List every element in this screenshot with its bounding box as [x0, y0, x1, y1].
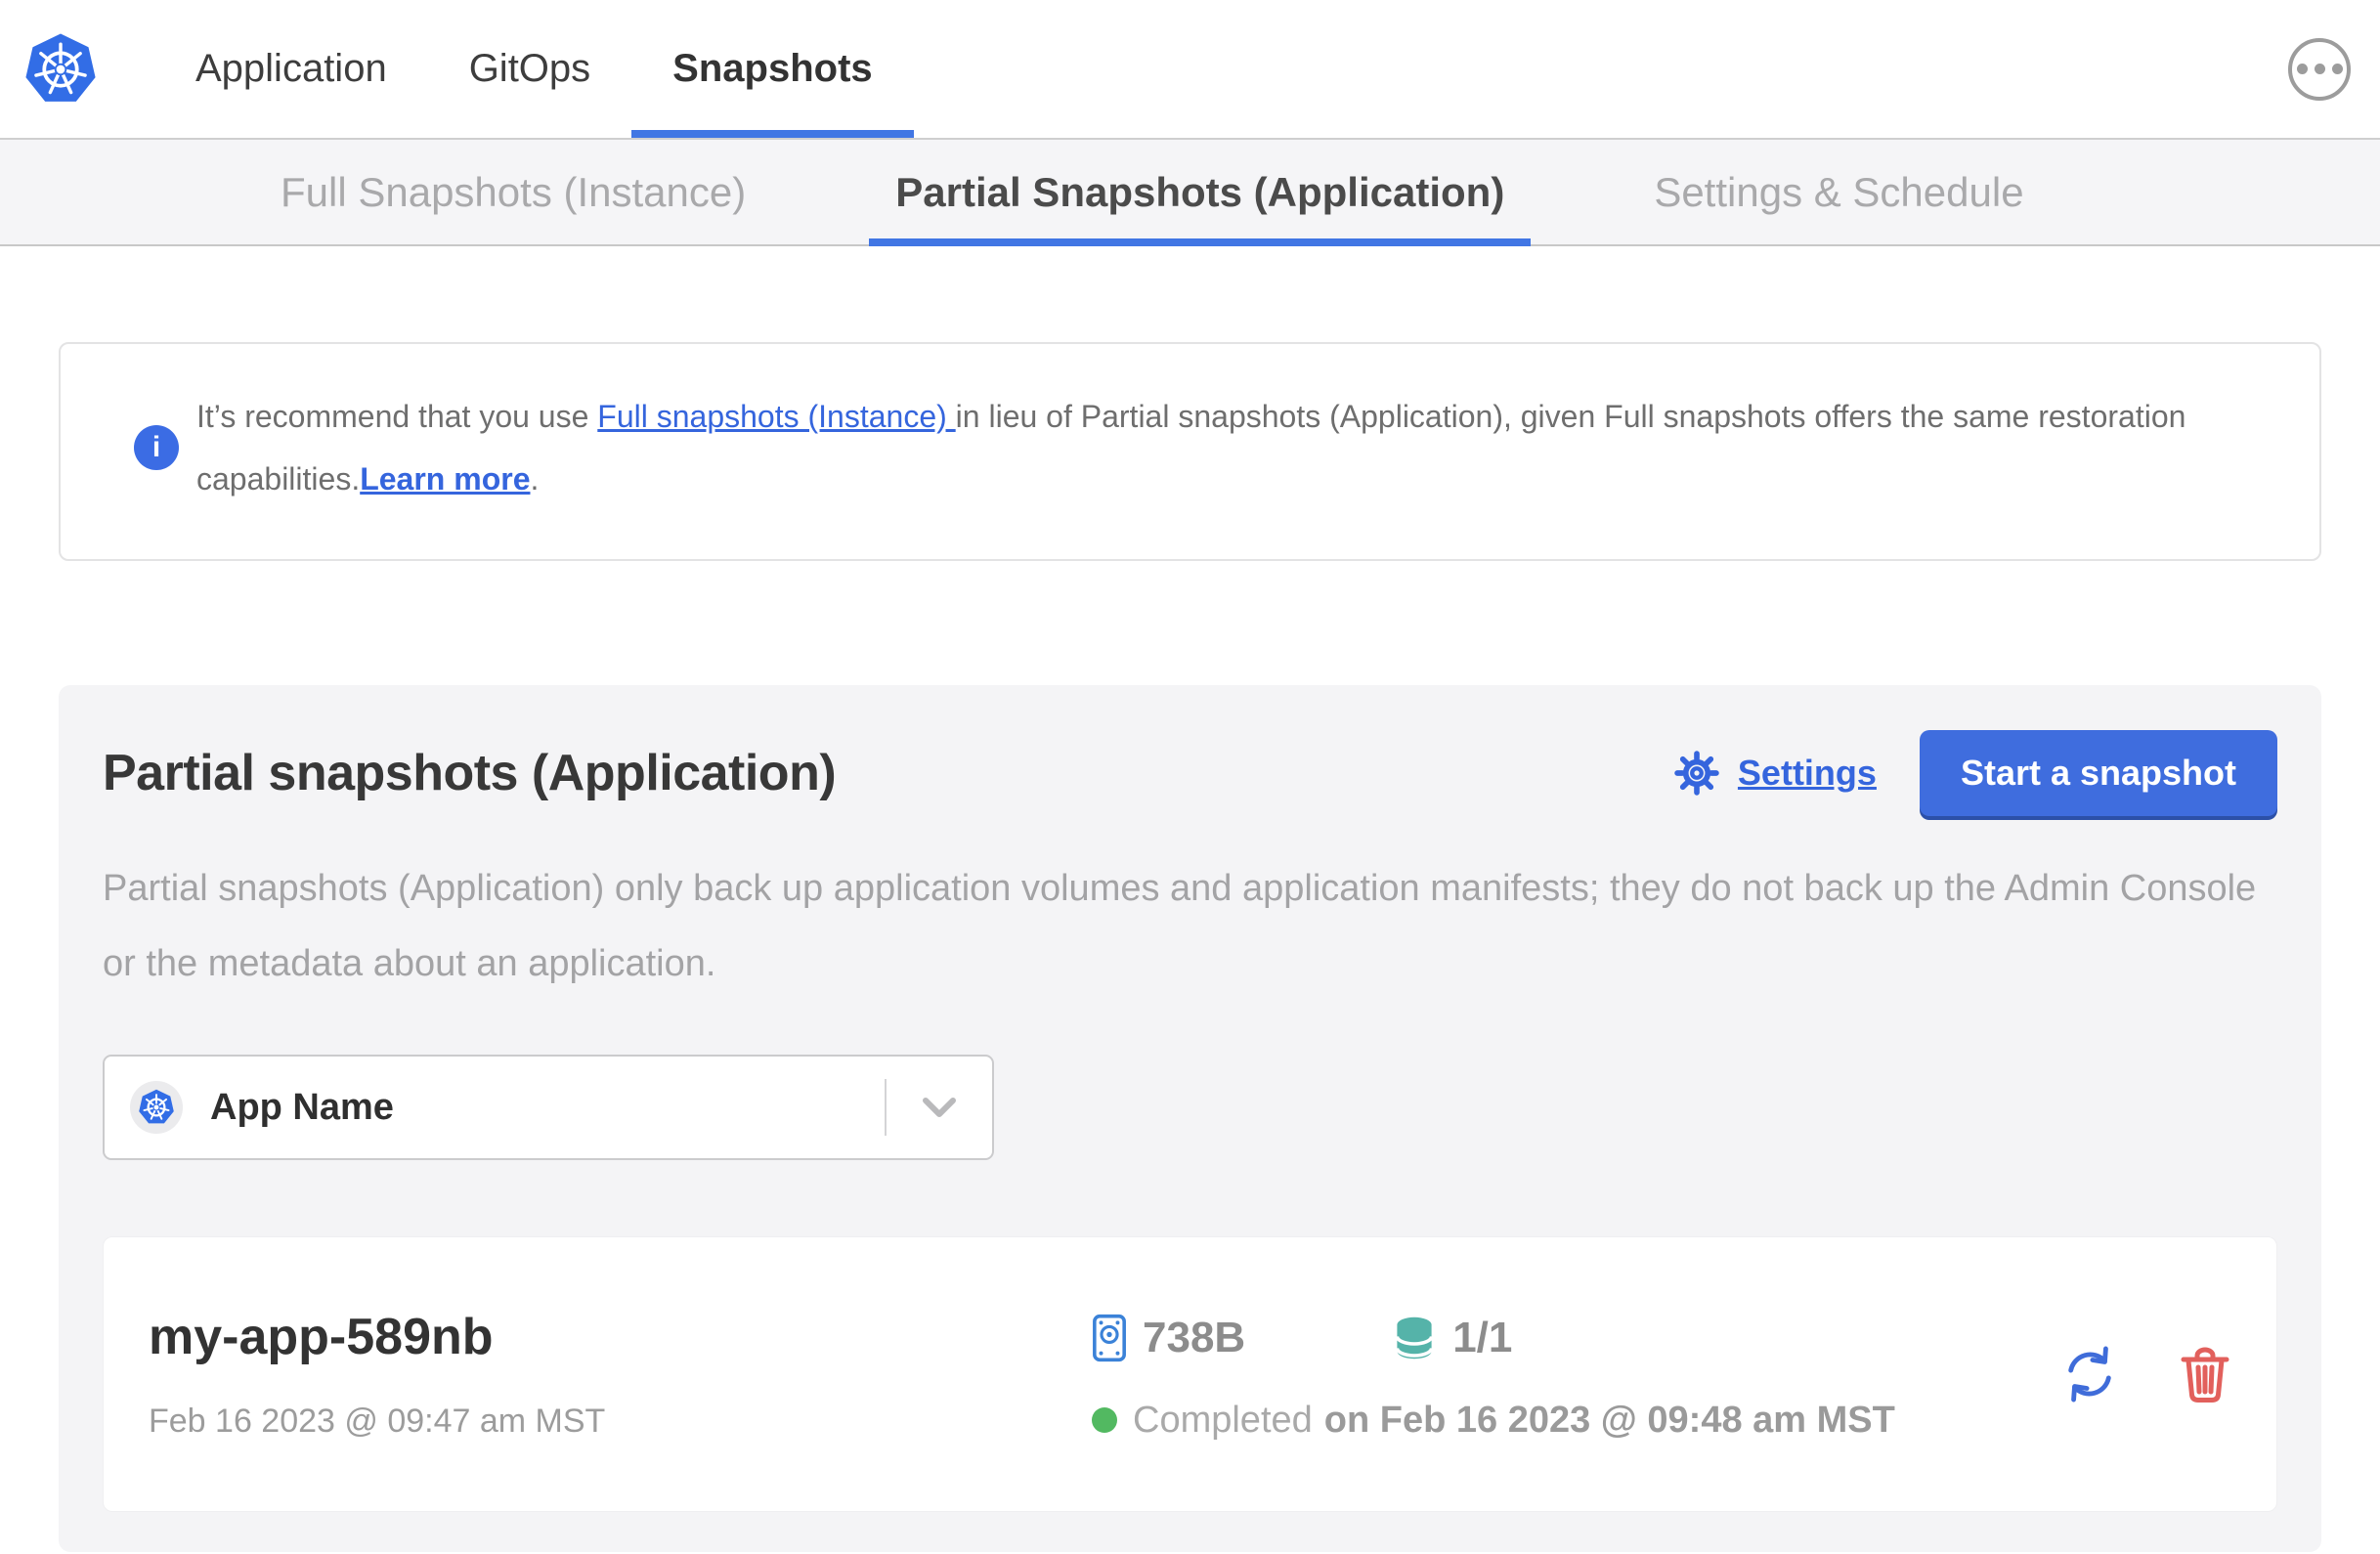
top-nav-tabs: Application GitOps Snapshots — [154, 0, 915, 138]
banner-text-after: . — [530, 461, 540, 496]
subtab-settings-schedule[interactable]: Settings & Schedule — [1627, 140, 2050, 244]
ellipsis-icon — [2296, 64, 2308, 74]
subtab-partial-snapshots[interactable]: Partial Snapshots (Application) — [869, 140, 1532, 246]
tab-application[interactable]: Application — [154, 0, 428, 138]
delete-snapshot-button[interactable] — [2179, 1345, 2231, 1403]
header-actions: Settings Start a snapshot — [1671, 730, 2277, 816]
snapshots-sub-nav: Full Snapshots (Instance) Partial Snapsh… — [0, 140, 2380, 246]
subtab-full-snapshots[interactable]: Full Snapshots (Instance) — [254, 140, 772, 244]
snapshot-stats-column: 738B 1/1 Completed on Feb 16 2023 @ 09:4… — [1092, 1311, 1895, 1441]
learn-more-link[interactable]: Learn more — [360, 461, 530, 496]
chevron-down-icon — [923, 1098, 956, 1117]
volumes-database-icon — [1395, 1317, 1434, 1360]
snapshot-name: my-app-589nb — [149, 1309, 494, 1365]
restore-snapshot-button[interactable] — [2061, 1345, 2118, 1403]
tab-gitops[interactable]: GitOps — [428, 0, 631, 138]
panel-description: Partial snapshots (Application) only bac… — [103, 868, 2257, 984]
panel-header: Partial snapshots (Application) Settings… — [103, 730, 2277, 816]
kubernetes-logo-icon — [25, 33, 96, 102]
settings-label: Settings — [1737, 753, 1877, 793]
snapshot-size: 738B — [1143, 1314, 1246, 1361]
partial-snapshots-panel: Partial snapshots (Application) Settings… — [59, 685, 2321, 1552]
page-title: Partial snapshots (Application) — [103, 745, 837, 801]
disk-icon — [1093, 1314, 1126, 1362]
kots-admin-console-page: { "topnav": { "items": [ {"label": "Appl… — [0, 0, 2380, 1554]
snapshot-actions — [2061, 1345, 2231, 1403]
snapshot-volumes-count: 1/1 — [1452, 1314, 1513, 1361]
delete-trash-icon — [2181, 1347, 2229, 1403]
snapshot-row: my-app-589nb Feb 16 2023 @ 09:47 am MST … — [103, 1236, 2277, 1512]
more-menu-button[interactable] — [2288, 37, 2351, 101]
banner-text: It’s recommend that you use Full snapsho… — [196, 385, 2261, 510]
selector-chevron-box[interactable] — [887, 1097, 992, 1118]
full-snapshots-instance-link[interactable]: Full snapshots (Instance) — [597, 399, 955, 434]
app-selector-value: App Name — [210, 1086, 394, 1128]
top-nav: Application GitOps Snapshots — [0, 0, 2380, 140]
restore-icon — [2068, 1346, 2111, 1403]
info-icon: i — [134, 425, 179, 470]
snapshot-settings-link[interactable]: Settings — [1671, 748, 1877, 799]
kubernetes-app-icon — [139, 1089, 174, 1124]
banner-text-before: It’s recommend that you use — [196, 399, 598, 434]
tab-snapshots[interactable]: Snapshots — [631, 0, 915, 138]
ellipsis-icon — [2331, 64, 2343, 74]
app-name-selector[interactable]: App Name — [103, 1055, 994, 1160]
ellipsis-icon — [2314, 64, 2325, 74]
info-banner: i It’s recommend that you use Full snaps… — [59, 342, 2321, 561]
snapshot-started-timestamp: Feb 16 2023 @ 09:47 am MST — [149, 1403, 606, 1440]
snapshot-status: Completed — [1133, 1399, 1313, 1441]
status-dot-icon — [1092, 1407, 1117, 1433]
snapshot-completed-timestamp: on Feb 16 2023 @ 09:48 am MST — [1323, 1399, 1895, 1441]
gear-icon — [1674, 751, 1719, 796]
app-logo-badge — [130, 1081, 183, 1134]
start-snapshot-button[interactable]: Start a snapshot — [1919, 730, 2277, 816]
snapshot-name-column: my-app-589nb Feb 16 2023 @ 09:47 am MST — [149, 1310, 1092, 1439]
snapshot-stats-line: 738B 1/1 — [1092, 1311, 1895, 1365]
snapshot-status-line: Completed on Feb 16 2023 @ 09:48 am MST — [1092, 1400, 1895, 1441]
